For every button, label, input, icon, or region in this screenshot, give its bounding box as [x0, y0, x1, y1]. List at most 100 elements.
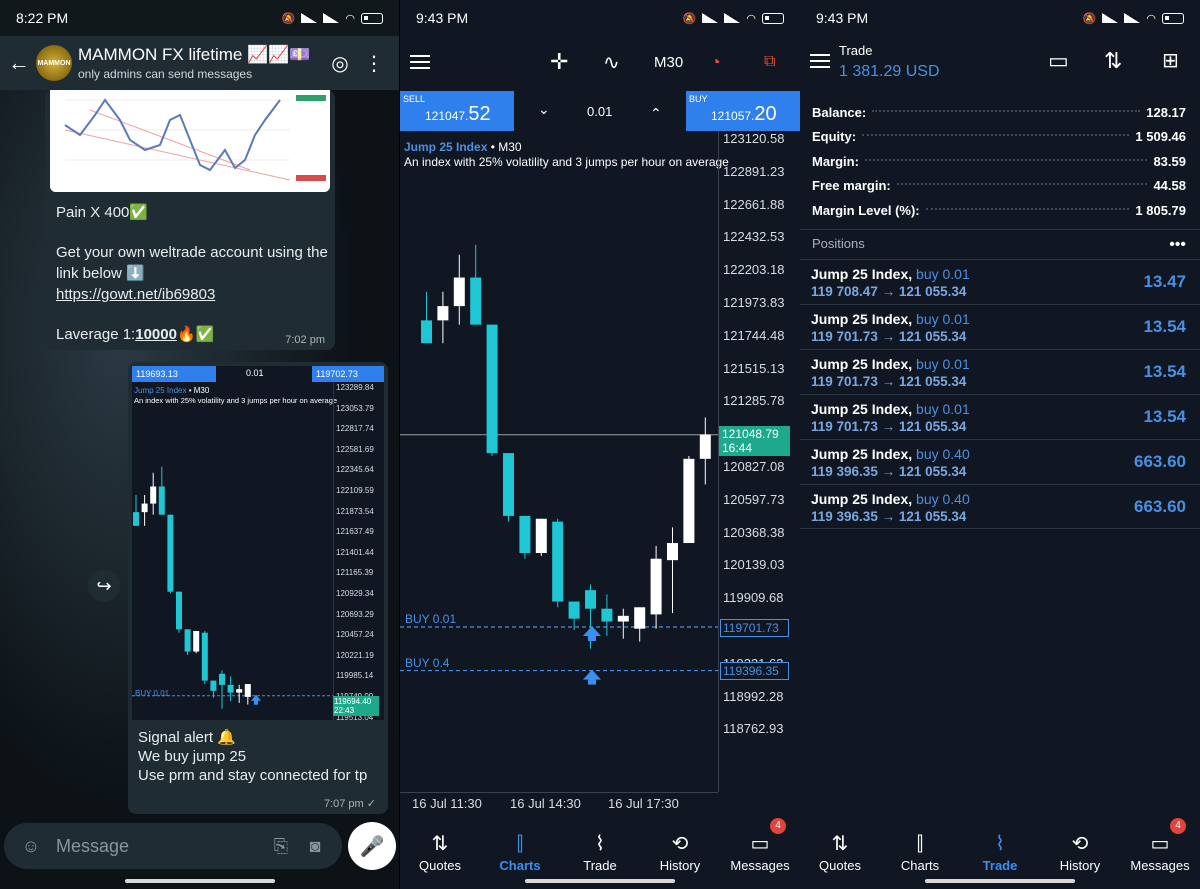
chart-symbol-line: Jump 25 Index • M30 — [404, 140, 522, 154]
nav-charts[interactable]: ⫿ Charts — [880, 822, 960, 882]
price-tick-label: 121744.48 — [723, 327, 785, 343]
nav-charts[interactable]: ⫿ Charts — [480, 822, 560, 882]
mini-candle — [236, 684, 243, 703]
group-avatar[interactable]: MAMMON — [36, 45, 72, 81]
position-row[interactable]: Jump 25 Index, buy 0.40 119 396.35 → 121… — [800, 484, 1200, 529]
position-row[interactable]: Jump 25 Index, buy 0.01 119 708.47 → 121… — [800, 259, 1200, 304]
chart-screenshot-image[interactable] — [50, 90, 330, 192]
nav-messages[interactable]: ▭ 4 Messages — [1120, 818, 1200, 882]
mini-price-tick: 121637.49 — [336, 527, 374, 537]
mini-candle — [158, 466, 165, 515]
nav-history-label: History — [1059, 857, 1101, 873]
mic-button[interactable]: 🎤 — [348, 822, 396, 870]
message-bubble-2[interactable]: 119693.13 0.01 119702.73 Jump 25 Index •… — [128, 362, 388, 814]
signal-icon — [301, 13, 318, 23]
menu-icon[interactable] — [400, 51, 440, 73]
position-profit: 13.54 — [1143, 407, 1186, 426]
mini-price-tick: 119985.14 — [336, 671, 374, 681]
position-symbol-text: Jump 25 Index, — [811, 266, 913, 282]
crosshair-icon[interactable]: ✛ — [550, 36, 568, 88]
forward-icon[interactable]: ↪ — [88, 570, 120, 602]
chart-description: An index with 25% volatility and 3 jumps… — [404, 155, 729, 169]
emoji-icon[interactable]: ☺ — [14, 836, 48, 857]
chat-header[interactable]: ← MAMMON MAMMON FX lifetime 📈📈💷 only adm… — [0, 36, 399, 90]
one-click-trading-icon[interactable]: ⧉ — [764, 36, 775, 88]
group-title[interactable]: MAMMON FX lifetime 📈📈💷 — [78, 45, 323, 65]
mini-candle — [141, 495, 148, 526]
candle — [667, 527, 678, 613]
mute-icon: 🔕 — [281, 12, 296, 25]
buy-button[interactable]: BUY 121057.20 — [686, 91, 800, 131]
price-tick-label: 118992.28 — [723, 688, 784, 704]
position-direction: buy 0.01 — [916, 401, 970, 417]
menu-icon[interactable] — [800, 50, 840, 72]
more-menu-icon[interactable]: ⋮ — [357, 51, 391, 76]
balance-value: 128.17 — [1146, 104, 1186, 120]
buy-line-1-price: 119701.73 — [720, 619, 789, 637]
buy-price-pips: 20 — [754, 103, 777, 125]
trade-title: Trade — [839, 43, 873, 58]
candle — [453, 254, 465, 325]
message-bubble-1[interactable]: Pain X 400✅ Get your own weltrade accoun… — [45, 90, 335, 350]
position-row[interactable]: Jump 25 Index, buy 0.01 119 701.73 → 121… — [800, 304, 1200, 349]
position-row[interactable]: Jump 25 Index, buy 0.01 119 701.73 → 121… — [800, 349, 1200, 394]
time-axis: 16 Jul 11:30 16 Jul 14:30 16 Jul 17:30 — [400, 792, 718, 821]
mini-buy-label: BUY 0.01 — [135, 689, 170, 698]
position-symbol-text: Jump 25 Index, — [811, 311, 913, 327]
signal-icon-2 — [323, 13, 340, 23]
mini-candle — [201, 631, 208, 685]
positions-title: Positions — [812, 236, 865, 251]
position-arrow: → — [881, 329, 896, 344]
nav-quotes[interactable]: ⇅ Quotes — [800, 822, 880, 882]
referral-link[interactable]: https://gowt.net/ib69803 — [56, 284, 335, 305]
nav-quotes[interactable]: ⇅ Quotes — [400, 822, 480, 882]
nav-history[interactable]: ⟲ History — [1040, 822, 1120, 882]
positions-header: Positions ••• — [812, 236, 1186, 254]
camera-icon[interactable]: ◙ — [298, 836, 332, 857]
price-tick-label: 121285.78 — [723, 393, 785, 409]
position-row[interactable]: Jump 25 Index, buy 0.40 119 396.35 → 121… — [800, 439, 1200, 484]
mini-price-tick: 120929.34 — [336, 589, 374, 598]
signal-chart-image[interactable]: 119693.13 0.01 119702.73 Jump 25 Index •… — [132, 366, 384, 720]
deposit-card-icon[interactable]: ▭ — [1048, 48, 1069, 74]
lot-increase-chevron-up-icon[interactable]: ⌃ — [650, 105, 662, 122]
lot-decrease-chevron-down-icon[interactable]: ⌄ — [538, 101, 550, 118]
nav-history[interactable]: ⟲ History — [640, 822, 720, 882]
positions-list: Jump 25 Index, buy 0.01 119 708.47 → 121… — [800, 259, 1200, 529]
back-arrow-icon[interactable]: ← — [8, 50, 30, 76]
price-tick-label: 120597.73 — [723, 491, 785, 507]
nav-charts-label: Charts — [900, 857, 940, 873]
position-row[interactable]: Jump 25 Index, buy 0.01 119 701.73 → 121… — [800, 394, 1200, 439]
margin-level-label: Margin Level (%): — [812, 202, 920, 218]
nav-messages[interactable]: ▭ 4 Messages — [720, 818, 800, 882]
quotes-icon: ⇅ — [431, 832, 449, 855]
position-symbol-text: Jump 25 Index, — [811, 401, 913, 417]
lot-value[interactable]: 0.01 — [587, 104, 612, 119]
attach-icon[interactable]: ⎘ — [264, 836, 298, 857]
sort-icon[interactable]: ⇅ — [1104, 48, 1122, 74]
position-open-price: 119 701.73 — [811, 329, 878, 344]
sell-button[interactable]: SELL 121047.52 — [400, 91, 514, 131]
community-icon[interactable]: ◎ — [323, 51, 357, 76]
position-open-price: 119 701.73 — [811, 419, 878, 434]
nav-charts-label: Charts — [499, 857, 541, 873]
nav-history-label: History — [659, 857, 701, 873]
indicators-icon[interactable]: ∿ — [603, 36, 620, 88]
lot-selector: ⌄ 0.01 ⌃ — [514, 91, 686, 131]
nav-trade[interactable]: ⌇ Trade — [960, 822, 1040, 882]
mini-price-tick: 122817.74 — [336, 424, 374, 434]
nav-trade[interactable]: ⌇ Trade — [560, 822, 640, 882]
position-current-price: 121 055.34 — [898, 509, 967, 524]
price-chart[interactable]: Jump 25 Index • M30 An index with 25% vo… — [400, 131, 800, 821]
message-placeholder[interactable]: Message — [56, 836, 264, 857]
status-time: 9:43 PM — [816, 10, 869, 26]
positions-more-icon[interactable]: ••• — [1169, 236, 1186, 254]
trade-icon: ⌇ — [595, 832, 605, 855]
candle — [601, 594, 613, 636]
new-order-icon[interactable]: ⊞ — [1162, 48, 1179, 73]
objects-icon[interactable]: ◔ — [710, 36, 721, 88]
price-tick-label: 120139.03 — [723, 557, 785, 573]
timeframe-button[interactable]: M30 — [654, 36, 683, 88]
message-input[interactable]: ☺ Message ⎘ ◙ — [4, 823, 342, 869]
position-direction: buy 0.40 — [916, 491, 970, 507]
